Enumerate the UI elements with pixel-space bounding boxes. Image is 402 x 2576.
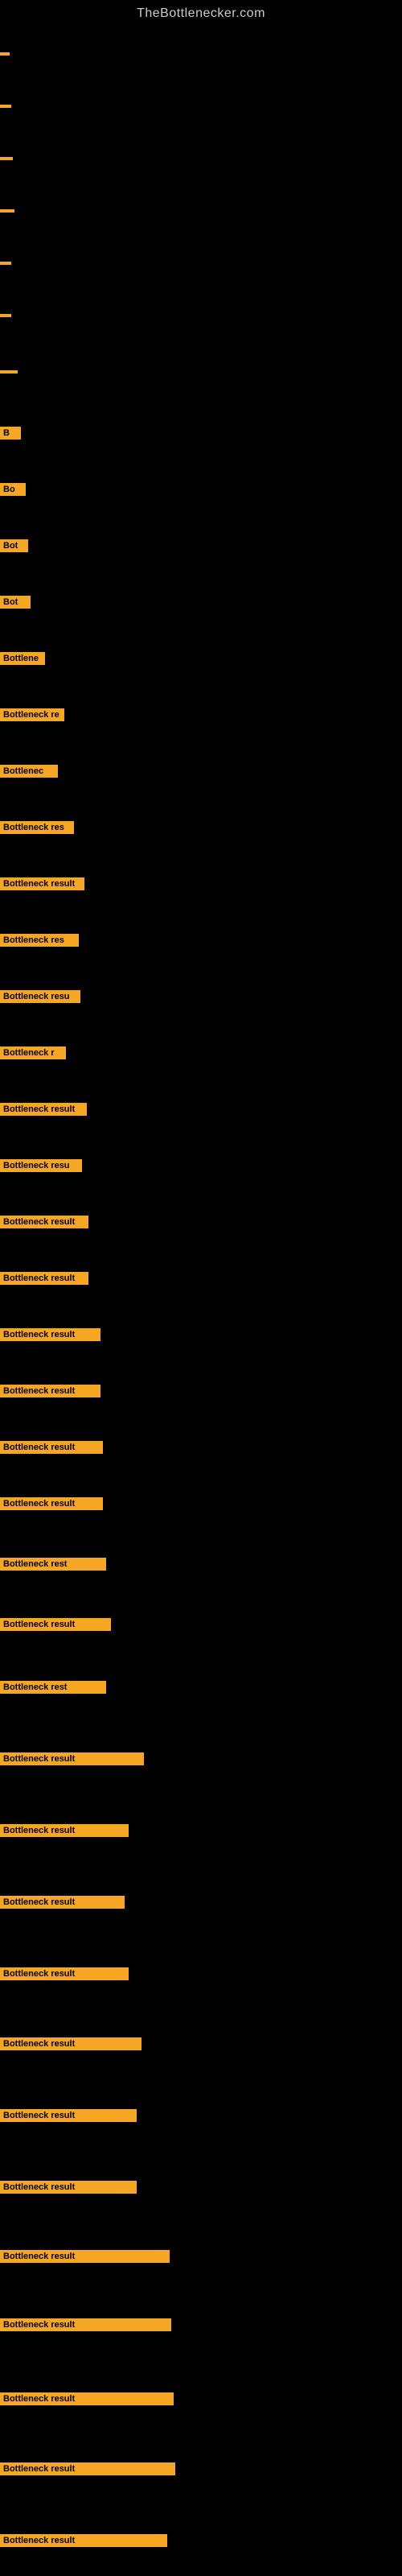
chart-area: TheBottlenecker.com B Bo Bot Bot Bottlene Bot… bbox=[0, 0, 402, 2576]
bar-item-23: Bottleneck result bbox=[0, 1272, 88, 1285]
bar-label-35: Bottleneck result bbox=[0, 2037, 142, 2050]
bar-label-42: Bottleneck result bbox=[0, 2534, 167, 2547]
bar-label-4 bbox=[0, 209, 14, 213]
bar-item-5 bbox=[0, 262, 11, 265]
bar-item-35: Bottleneck result bbox=[0, 2037, 142, 2050]
bar-label-29: Bottleneck result bbox=[0, 1618, 111, 1631]
bar-item-22: Bottleneck result bbox=[0, 1216, 88, 1228]
bar-item-1 bbox=[0, 52, 10, 56]
bar-item-28: Bottleneck rest bbox=[0, 1558, 106, 1571]
bar-label-39: Bottleneck result bbox=[0, 2318, 171, 2331]
bar-label-34: Bottleneck result bbox=[0, 1967, 129, 1980]
bar-label-20: Bottleneck result bbox=[0, 1103, 87, 1116]
site-title: TheBottlenecker.com bbox=[0, 0, 402, 24]
bar-label-33: Bottleneck result bbox=[0, 1896, 125, 1909]
bar-label-3 bbox=[0, 157, 13, 160]
bar-item-18: Bottleneck resu bbox=[0, 990, 80, 1003]
bar-label-7 bbox=[0, 370, 18, 374]
bar-label-17: Bottleneck res bbox=[0, 934, 79, 947]
bar-label-25: Bottleneck result bbox=[0, 1385, 100, 1397]
bar-item-21: Bottleneck resu bbox=[0, 1159, 82, 1172]
bar-label-23: Bottleneck result bbox=[0, 1272, 88, 1285]
bar-label-22: Bottleneck result bbox=[0, 1216, 88, 1228]
bar-label-2 bbox=[0, 105, 11, 108]
bar-item-40: Bottleneck result bbox=[0, 2392, 174, 2405]
bar-item-42: Bottleneck result bbox=[0, 2534, 167, 2547]
bar-item-39: Bottleneck result bbox=[0, 2318, 171, 2331]
bar-item-16: Bottleneck result bbox=[0, 877, 84, 890]
bar-item-36: Bottleneck result bbox=[0, 2109, 137, 2122]
bar-label-8: B bbox=[0, 427, 21, 440]
bar-item-32: Bottleneck result bbox=[0, 1824, 129, 1837]
bar-label-24: Bottleneck result bbox=[0, 1328, 100, 1341]
bar-item-31: Bottleneck result bbox=[0, 1752, 144, 1765]
bar-item-2 bbox=[0, 105, 11, 108]
bar-label-30: Bottleneck rest bbox=[0, 1681, 106, 1694]
bar-label-19: Bottleneck r bbox=[0, 1046, 66, 1059]
bar-label-6 bbox=[0, 314, 11, 317]
bar-label-32: Bottleneck result bbox=[0, 1824, 129, 1837]
bar-label-38: Bottleneck result bbox=[0, 2250, 170, 2263]
bar-label-26: Bottleneck result bbox=[0, 1441, 103, 1454]
bar-label-36: Bottleneck result bbox=[0, 2109, 137, 2122]
bar-item-11: Bot bbox=[0, 596, 31, 609]
bar-item-17: Bottleneck res bbox=[0, 934, 79, 947]
bar-label-27: Bottleneck result bbox=[0, 1497, 103, 1510]
bar-item-7 bbox=[0, 370, 18, 374]
bar-label-41: Bottleneck result bbox=[0, 2462, 175, 2475]
bar-item-41: Bottleneck result bbox=[0, 2462, 175, 2475]
bar-item-15: Bottleneck res bbox=[0, 821, 74, 834]
bar-label-10: Bot bbox=[0, 539, 28, 552]
bar-item-14: Bottlenec bbox=[0, 765, 58, 778]
bar-label-37: Bottleneck result bbox=[0, 2181, 137, 2194]
bar-item-26: Bottleneck result bbox=[0, 1441, 103, 1454]
bar-label-16: Bottleneck result bbox=[0, 877, 84, 890]
bar-item-20: Bottleneck result bbox=[0, 1103, 87, 1116]
bar-item-12: Bottlene bbox=[0, 652, 45, 665]
bar-item-6 bbox=[0, 314, 11, 317]
bar-label-31: Bottleneck result bbox=[0, 1752, 144, 1765]
bar-label-15: Bottleneck res bbox=[0, 821, 74, 834]
bar-label-28: Bottleneck rest bbox=[0, 1558, 106, 1571]
bar-item-29: Bottleneck result bbox=[0, 1618, 111, 1631]
bar-item-3 bbox=[0, 157, 13, 160]
bar-label-5 bbox=[0, 262, 11, 265]
bar-label-11: Bot bbox=[0, 596, 31, 609]
bar-item-8: B bbox=[0, 427, 21, 440]
bar-item-33: Bottleneck result bbox=[0, 1896, 125, 1909]
bar-label-13: Bottleneck re bbox=[0, 708, 64, 721]
bar-item-4 bbox=[0, 209, 14, 213]
bar-item-10: Bot bbox=[0, 539, 28, 552]
bar-item-24: Bottleneck result bbox=[0, 1328, 100, 1341]
bar-item-13: Bottleneck re bbox=[0, 708, 64, 721]
bar-label-1 bbox=[0, 52, 10, 56]
bar-item-19: Bottleneck r bbox=[0, 1046, 66, 1059]
bar-item-34: Bottleneck result bbox=[0, 1967, 129, 1980]
bar-item-25: Bottleneck result bbox=[0, 1385, 100, 1397]
bar-label-21: Bottleneck resu bbox=[0, 1159, 82, 1172]
bar-item-38: Bottleneck result bbox=[0, 2250, 170, 2263]
bar-item-30: Bottleneck rest bbox=[0, 1681, 106, 1694]
bar-label-12: Bottlene bbox=[0, 652, 45, 665]
bar-label-18: Bottleneck resu bbox=[0, 990, 80, 1003]
bar-label-14: Bottlenec bbox=[0, 765, 58, 778]
bar-item-37: Bottleneck result bbox=[0, 2181, 137, 2194]
bar-item-9: Bo bbox=[0, 483, 26, 496]
bar-item-27: Bottleneck result bbox=[0, 1497, 103, 1510]
bar-label-9: Bo bbox=[0, 483, 26, 496]
bar-label-40: Bottleneck result bbox=[0, 2392, 174, 2405]
